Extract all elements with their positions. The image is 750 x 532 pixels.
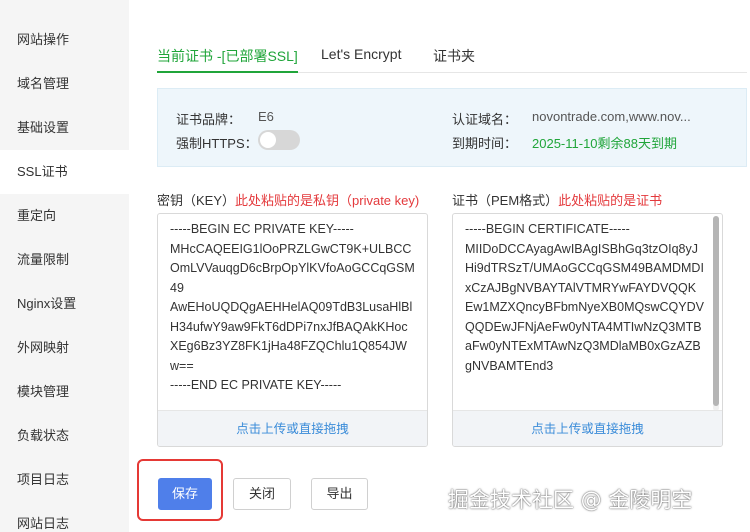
export-button[interactable]: 导出 — [311, 478, 368, 510]
expire-value: 2025-11-10剩余88天到期 — [532, 136, 677, 151]
cert-upload-button[interactable]: 点击上传或直接拖拽 — [453, 410, 722, 446]
sidebar-item-basic[interactable]: 基础设置 — [0, 106, 129, 150]
private-key-textarea[interactable]: -----BEGIN EC PRIVATE KEY----- MHcCAQEEI… — [157, 213, 428, 447]
sidebar-item-traffic[interactable]: 流量限制 — [0, 238, 129, 282]
private-key-content: -----BEGIN EC PRIVATE KEY----- MHcCAQEEI… — [170, 222, 415, 392]
domain-label: 认证域名： — [452, 112, 518, 127]
sidebar-item-site-log[interactable]: 网站日志 — [0, 502, 129, 532]
sidebar-item-modules[interactable]: 模块管理 — [0, 370, 129, 414]
cert-info-box: 证书品牌： E6 强制HTTPS： 认证域名： novontrade.com,w… — [157, 88, 747, 167]
cert-panel-title: 证书（PEM格式）此处粘贴的是证书 — [452, 190, 662, 209]
brand-label: 证书品牌： — [176, 112, 242, 127]
sidebar-item-mapping[interactable]: 外网映射 — [0, 326, 129, 370]
tab-bar: 当前证书 -[已部署SSL] Let's Encrypt 证书夹 — [157, 40, 747, 73]
cert-scrollbar-thumb[interactable] — [713, 216, 719, 406]
key-panel-title: 密钥（KEY）此处粘贴的是私钥（private key) — [157, 190, 419, 209]
sidebar-item-ssl[interactable]: SSL证书 — [0, 150, 129, 194]
domain-value: novontrade.com,www.nov... — [532, 109, 691, 124]
key-title: 密钥（KEY） — [157, 193, 236, 208]
sidebar-item-redirect[interactable]: 重定向 — [0, 194, 129, 238]
tab-cert-folder[interactable]: 证书夹 — [433, 46, 475, 73]
cert-warning: 此处粘贴的是证书 — [558, 193, 663, 208]
sidebar-item-project-log[interactable]: 项目日志 — [0, 458, 129, 502]
certificate-content: -----BEGIN CERTIFICATE----- MIIDoDCCAyag… — [465, 222, 704, 373]
force-https-toggle[interactable] — [258, 130, 300, 150]
close-button[interactable]: 关闭 — [233, 478, 291, 510]
sidebar-item-nginx[interactable]: Nginx设置 — [0, 282, 129, 326]
key-upload-button[interactable]: 点击上传或直接拖拽 — [158, 410, 427, 446]
sidebar-item-domain[interactable]: 域名管理 — [0, 62, 129, 106]
expire-label: 到期时间： — [452, 136, 518, 151]
https-label: 强制HTTPS： — [176, 136, 258, 151]
tab-current-cert[interactable]: 当前证书 -[已部署SSL] — [157, 46, 298, 73]
key-warning: 此处粘贴的是私钥（private key) — [235, 193, 420, 208]
sidebar-item-load[interactable]: 负载状态 — [0, 414, 129, 458]
sidebar: 网站操作 域名管理 基础设置 SSL证书 重定向 流量限制 Nginx设置 外网… — [0, 0, 129, 532]
toggle-knob — [260, 132, 276, 148]
tab-lets-encrypt[interactable]: Let's Encrypt — [321, 46, 402, 73]
save-button[interactable]: 保存 — [158, 478, 212, 510]
watermark: 掘金技术社区 @ 金陵明空 — [448, 488, 693, 512]
sidebar-item-site-ops[interactable]: 网站操作 — [0, 18, 129, 62]
brand-value: E6 — [258, 109, 274, 124]
certificate-textarea[interactable]: -----BEGIN CERTIFICATE----- MIIDoDCCAyag… — [452, 213, 723, 447]
cert-title: 证书（PEM格式） — [452, 193, 559, 208]
cert-scrollbar[interactable] — [713, 216, 719, 411]
